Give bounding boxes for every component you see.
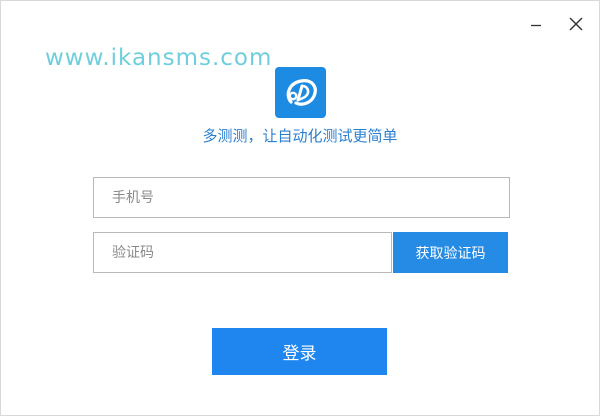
watermark-text: www.ikansms.com	[45, 45, 273, 71]
slogan-text: 多测测，让自动化测试更简单	[202, 127, 398, 145]
close-icon	[569, 16, 583, 35]
login-label: 登录	[282, 344, 317, 364]
minimize-icon	[530, 16, 542, 35]
close-button[interactable]	[556, 5, 596, 45]
duoceshi-logo-icon	[275, 67, 326, 118]
verification-code-input[interactable]	[93, 232, 392, 273]
get-code-label: 获取验证码	[415, 245, 486, 262]
login-window: www.ikansms.com 多测测，让自动化测试更简单 获取验证码 登录	[0, 0, 600, 416]
get-code-button[interactable]: 获取验证码	[393, 232, 508, 273]
minimize-button[interactable]	[516, 5, 556, 45]
phone-input[interactable]	[93, 177, 510, 218]
login-button[interactable]: 登录	[212, 328, 387, 375]
